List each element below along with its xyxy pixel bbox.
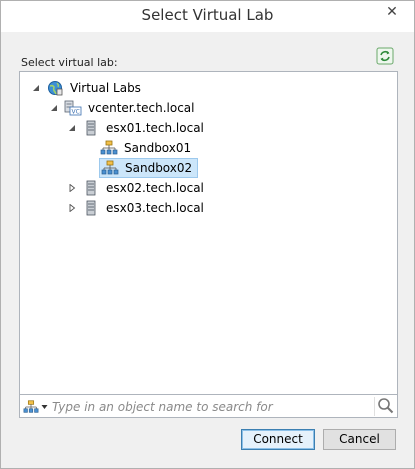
tree-node-label: esx03.tech.local bbox=[106, 201, 204, 215]
globe-icon bbox=[46, 79, 64, 97]
refresh-button[interactable] bbox=[376, 47, 394, 65]
tree-node-sandbox01[interactable]: Sandbox01 bbox=[100, 138, 194, 158]
collapse-arrow-icon[interactable] bbox=[66, 122, 78, 134]
tree-node-host-esx01[interactable]: esx01.tech.local bbox=[66, 118, 207, 138]
search-icon bbox=[378, 398, 394, 414]
close-button[interactable]: ✕ bbox=[376, 3, 408, 23]
tree-node-virtual-labs[interactable]: Virtual Labs bbox=[30, 78, 144, 98]
tree-node-label: Sandbox01 bbox=[124, 141, 192, 155]
tree-node-label: esx02.tech.local bbox=[106, 181, 204, 195]
close-icon: ✕ bbox=[386, 4, 398, 20]
server-icon bbox=[82, 119, 100, 137]
virtual-lab-icon bbox=[100, 139, 118, 157]
svg-text:VC: VC bbox=[72, 109, 80, 116]
virtual-lab-icon bbox=[101, 159, 119, 177]
expand-arrow-icon[interactable] bbox=[66, 202, 78, 214]
connect-button[interactable]: Connect bbox=[241, 429, 315, 450]
search-input[interactable] bbox=[52, 397, 362, 416]
vcenter-icon: VC bbox=[64, 99, 82, 117]
search-box bbox=[19, 394, 398, 418]
dialog-title: Select Virtual Lab bbox=[141, 6, 274, 24]
tree-node-host-esx02[interactable]: esx02.tech.local bbox=[66, 178, 207, 198]
tree-node-label: vcenter.tech.local bbox=[88, 101, 195, 115]
server-icon bbox=[82, 179, 100, 197]
expand-arrow-icon[interactable] bbox=[66, 182, 78, 194]
dialog-window: Select Virtual Lab ✕ Select virtual lab: bbox=[0, 0, 415, 469]
search-type-dropdown[interactable] bbox=[23, 398, 49, 416]
tree-node-host-esx03[interactable]: esx03.tech.local bbox=[66, 198, 207, 218]
chevron-down-icon bbox=[41, 405, 48, 409]
search-button[interactable] bbox=[374, 397, 394, 416]
selection-highlight: Sandbox02 bbox=[99, 158, 199, 178]
tree-node-label: Sandbox02 bbox=[125, 161, 193, 175]
server-icon bbox=[82, 199, 100, 217]
title-bar: Select Virtual Lab ✕ bbox=[1, 1, 414, 32]
collapse-arrow-icon[interactable] bbox=[30, 82, 42, 94]
dialog-body: Select virtual lab: Virtual Labs VC vcen… bbox=[9, 32, 406, 460]
tree-node-sandbox02[interactable]: Sandbox02 bbox=[99, 158, 199, 178]
select-virtual-lab-label: Select virtual lab: bbox=[21, 56, 118, 69]
tree-node-label: Virtual Labs bbox=[70, 81, 141, 95]
virtual-lab-tree[interactable]: Virtual Labs VC vcenter.tech.local esx01… bbox=[19, 71, 398, 408]
tree-node-label: esx01.tech.local bbox=[106, 121, 204, 135]
virtual-lab-icon bbox=[23, 400, 39, 413]
tree-node-vcenter[interactable]: VC vcenter.tech.local bbox=[48, 98, 198, 118]
cancel-button[interactable]: Cancel bbox=[323, 429, 396, 450]
refresh-icon bbox=[376, 47, 394, 65]
collapse-arrow-icon[interactable] bbox=[48, 102, 60, 114]
